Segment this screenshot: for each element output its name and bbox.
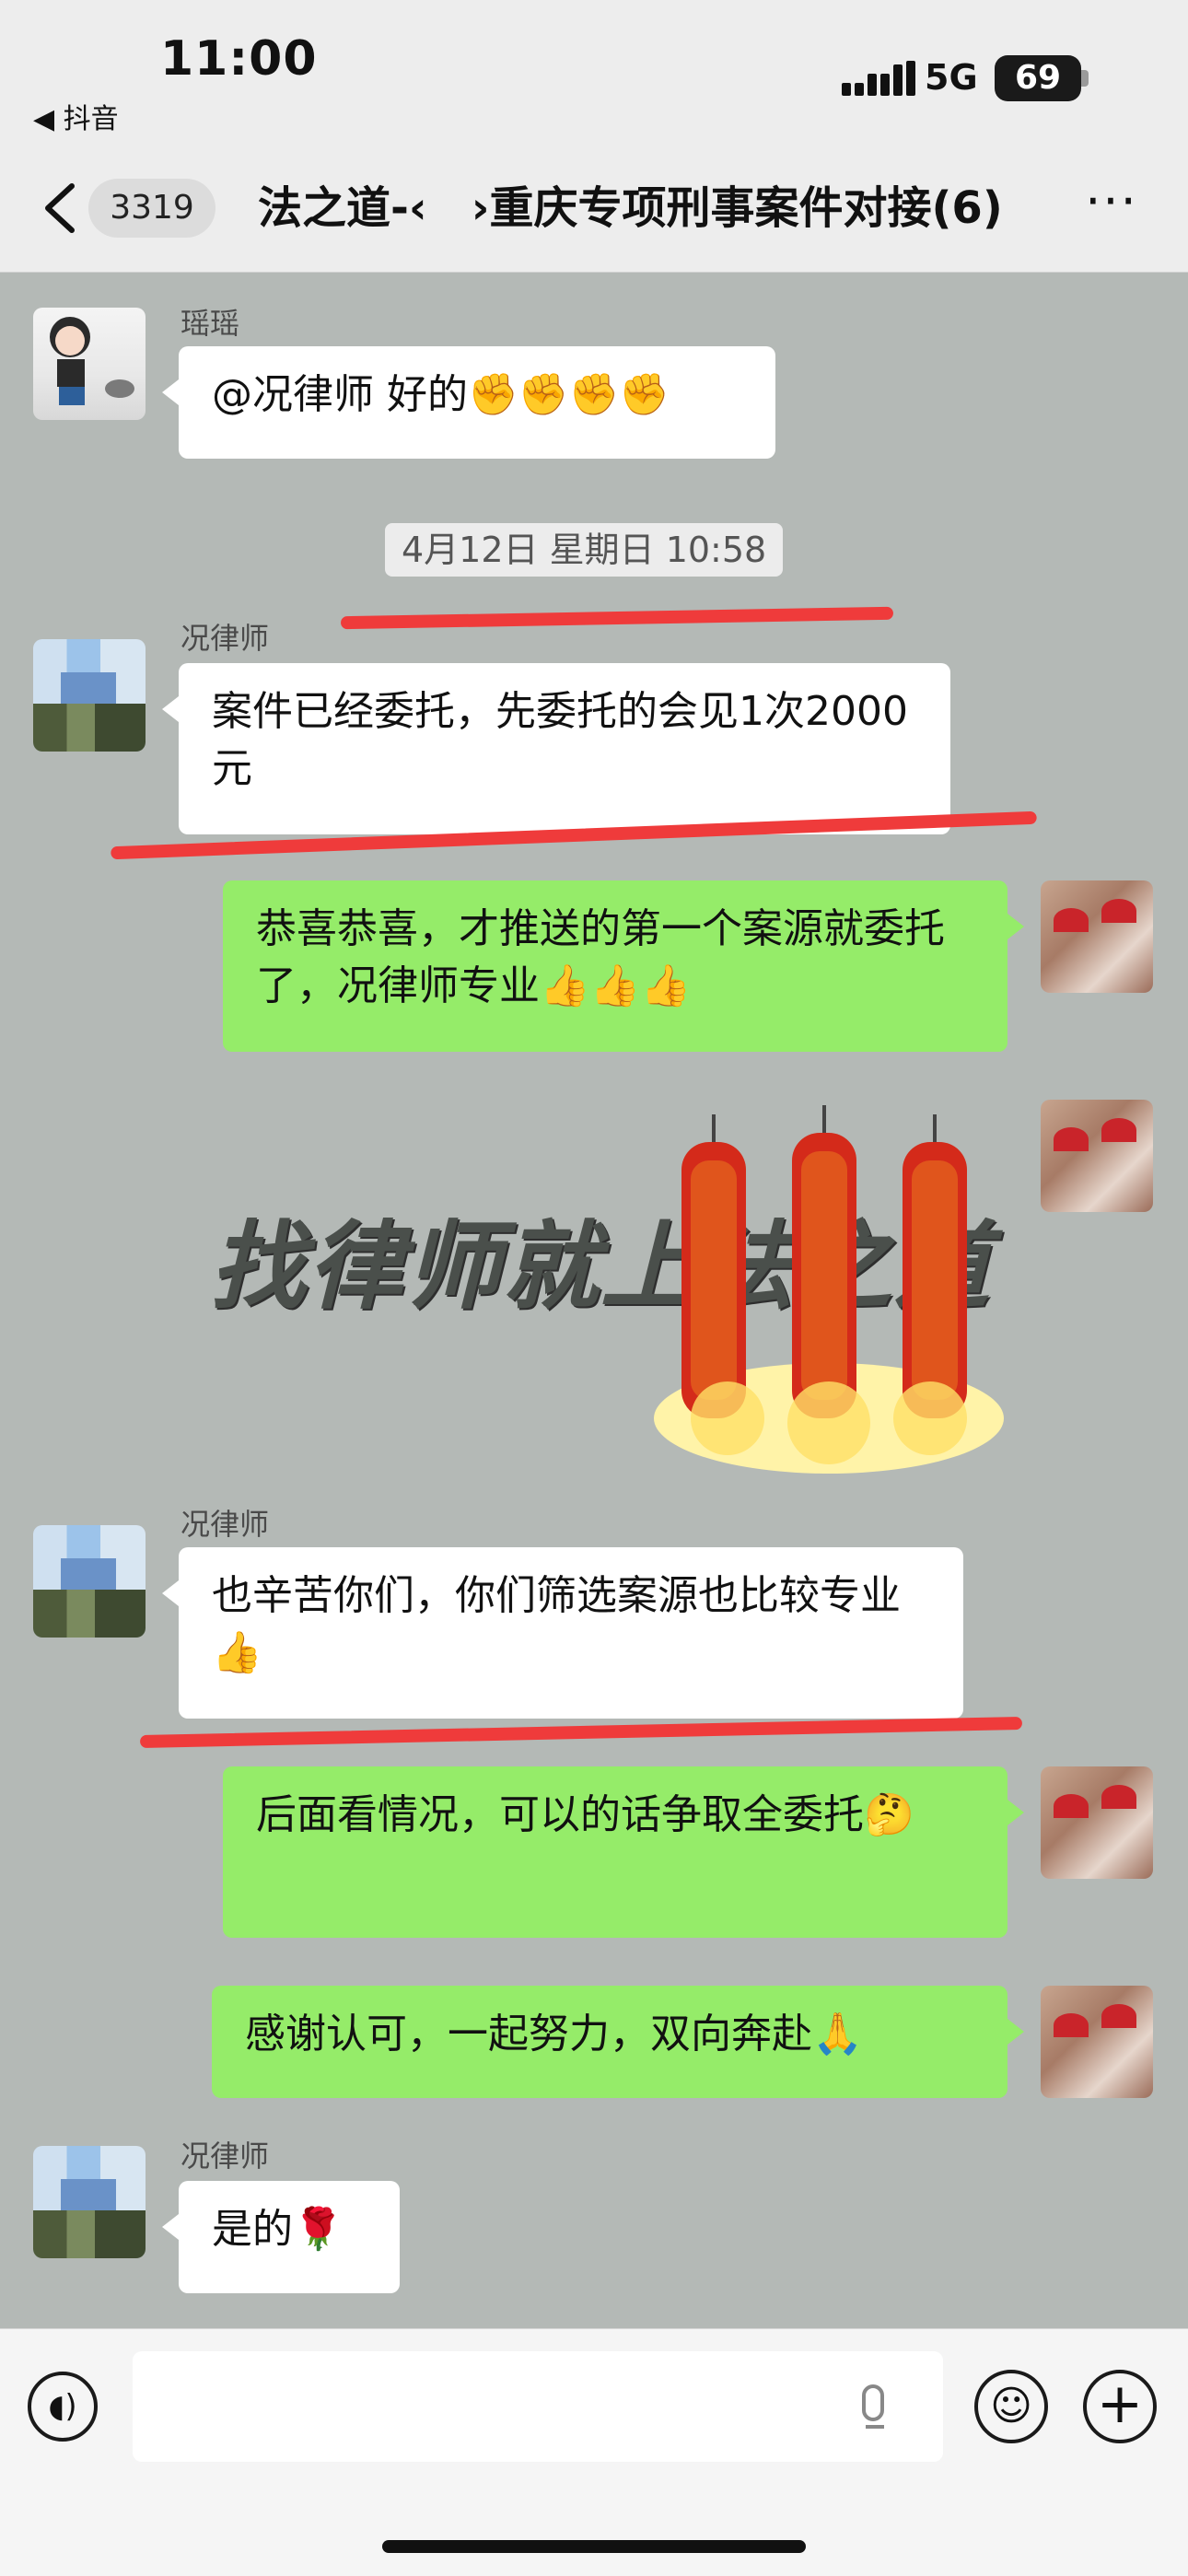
microphone-icon[interactable]	[862, 2384, 884, 2421]
message-bubble[interactable]: @况律师 好的✊✊✊✊	[162, 346, 775, 459]
girl-avatar-icon	[50, 317, 134, 405]
avatar[interactable]	[1041, 1766, 1153, 1879]
annotation-line	[139, 1716, 1023, 1749]
message-input[interactable]	[133, 2351, 943, 2462]
avatar[interactable]	[33, 1525, 146, 1638]
input-bar: ◖) ☺ +	[0, 2328, 1188, 2576]
back-to-app-link[interactable]: ◀ 抖音	[33, 96, 119, 136]
sender-name: 况律师	[181, 2139, 270, 2174]
home-indicator[interactable]	[382, 2540, 806, 2553]
avatar[interactable]	[33, 639, 146, 752]
hat-shape	[1101, 1118, 1136, 1142]
blur-block	[33, 1590, 146, 1638]
voice-icon[interactable]: ◖)	[28, 2372, 98, 2442]
hat-shape	[1101, 899, 1136, 923]
message-bubble[interactable]: 是的🌹	[162, 2181, 400, 2293]
firecracker-icon	[654, 1105, 1004, 1474]
avatar[interactable]	[1041, 880, 1153, 993]
annotation-line	[340, 606, 894, 630]
hat-shape	[1101, 1785, 1136, 1809]
blur-block	[33, 2210, 146, 2258]
back-chevron-icon[interactable]	[37, 181, 83, 236]
chat-header: 3319 法之道-‹ ›重庆专项刑事案件对接(6) ···	[0, 147, 1188, 273]
avatar[interactable]	[33, 308, 146, 420]
blur-block	[61, 2179, 116, 2210]
hat-shape	[1054, 2013, 1089, 2037]
sticker-image[interactable]: 找律师就上法之道	[193, 1087, 1004, 1474]
hat-shape	[1101, 2004, 1136, 2028]
chat-title[interactable]: 法之道-‹ ›重庆专项刑事案件对接(6)	[258, 179, 1050, 238]
sender-name: 瑶瑶	[181, 306, 240, 341]
signal-icon	[842, 61, 915, 96]
emoji-icon[interactable]: ☺	[974, 2370, 1048, 2443]
microphone-base	[866, 2425, 884, 2429]
blur-block	[61, 1558, 116, 1590]
avatar[interactable]	[1041, 1100, 1153, 1212]
blur-block	[61, 672, 116, 704]
battery-icon: 69	[995, 55, 1081, 101]
message-bubble[interactable]: 感谢认可，一起努力，双向奔赴🙏	[212, 1986, 1024, 2098]
message-bubble[interactable]: 后面看情况，可以的话争取全委托🤔	[223, 1766, 1024, 1938]
avatar[interactable]	[33, 2146, 146, 2258]
message-bubble[interactable]: 案件已经委托，先委托的会见1次2000元	[162, 663, 950, 834]
sender-name: 况律师	[181, 1507, 270, 1542]
message-bubble[interactable]: 恭喜恭喜，才推送的第一个案源就委托了，况律师专业👍👍👍	[223, 880, 1024, 1052]
unread-count-badge[interactable]: 3319	[88, 179, 215, 238]
message-bubble[interactable]: 也辛苦你们，你们筛选案源也比较专业👍	[162, 1547, 963, 1719]
avatar[interactable]	[1041, 1986, 1153, 2098]
timestamp: 4月12日 星期日 10:58	[385, 523, 784, 577]
sender-name: 况律师	[181, 621, 270, 656]
hat-shape	[1054, 908, 1089, 932]
hat-shape	[1054, 1794, 1089, 1818]
plus-icon[interactable]: +	[1083, 2370, 1157, 2443]
battery-tip	[1081, 70, 1089, 87]
blur-block	[33, 704, 146, 752]
clock: 11:00	[160, 31, 318, 87]
status-bar: 11:00 ◀ 抖音 5G 69	[0, 0, 1188, 147]
network-type: 5G	[925, 57, 978, 98]
more-options-icon[interactable]: ···	[1079, 177, 1144, 228]
hat-shape	[1054, 1127, 1089, 1151]
